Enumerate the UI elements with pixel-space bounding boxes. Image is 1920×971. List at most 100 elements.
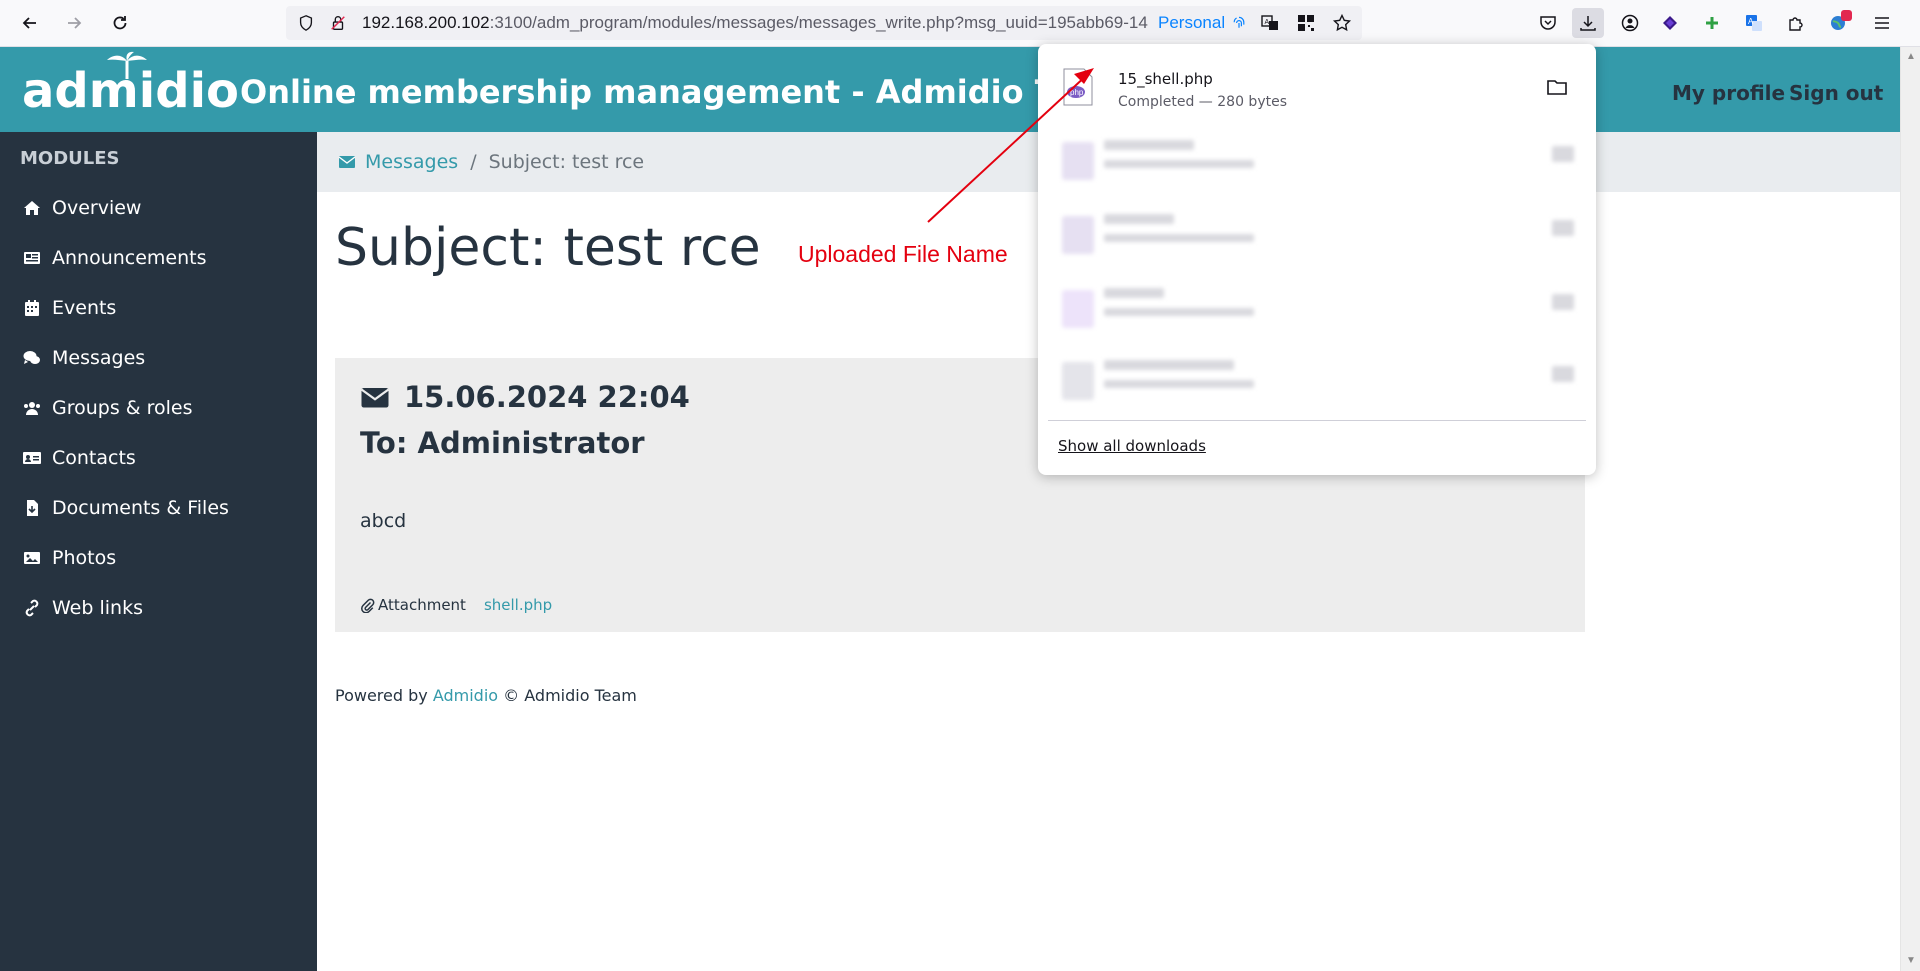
page-scrollbar[interactable]: ▲ ▼ [1900,47,1920,971]
translate-icon[interactable]: A [1258,11,1282,35]
download-item-blurred[interactable] [1052,346,1582,412]
message-date-text: 15.06.2024 22:04 [404,380,690,414]
comments-icon [20,346,44,370]
sidebar-item-label: Messages [52,347,146,369]
pocket-icon[interactable] [1532,8,1564,38]
extension-layers-icon[interactable] [1654,8,1686,38]
sidebar-item-messages[interactable]: Messages [20,342,145,374]
back-button[interactable] [14,8,46,38]
forward-arrow-icon [68,17,82,29]
sidebar-item-label: Photos [52,547,117,569]
palm-tree-icon [107,51,147,79]
reload-button[interactable] [104,8,136,38]
svg-text:php: php [1070,88,1084,97]
menu-hamburger-icon[interactable] [1866,8,1898,38]
file-icon [1062,290,1094,328]
file-icon [1062,142,1094,180]
sidebar-item-label: Contacts [52,447,136,469]
attachment-label: Attachment [378,596,466,614]
insecure-lock-icon[interactable] [326,11,350,35]
url-path: :3100/adm_program/modules/messages/messa… [489,13,1148,32]
browser-toolbar: 192.168.200.102:3100/adm_program/modules… [0,0,1920,47]
back-arrow-icon [22,17,36,29]
page-title: Subject: test rce [335,218,761,278]
breadcrumb-separator: / [470,151,477,173]
download-item[interactable]: php 15_shell.php Completed — 280 bytes [1052,52,1582,118]
download-status: Completed — 280 bytes [1118,94,1287,110]
url-bar[interactable]: 192.168.200.102:3100/adm_program/modules… [286,6,1362,40]
fingerprint-icon [1233,16,1245,28]
sign-out-link[interactable]: Sign out [1789,81,1883,105]
download-item-blurred[interactable] [1052,274,1582,340]
extensions-puzzle-icon[interactable] [1780,8,1812,38]
footer: Powered by Admidio © Admidio Team [335,686,637,705]
home-icon [20,196,44,220]
shield-icon[interactable] [294,11,318,35]
annotation-label: Uploaded File Name [798,241,1008,267]
address-card-icon [20,446,44,470]
download-filename: 15_shell.php [1118,70,1213,88]
app-header: admidio Online membership management - A… [0,47,1900,132]
url-text[interactable]: 192.168.200.102:3100/adm_program/modules… [362,13,1152,33]
paperclip-icon [361,598,375,613]
envelope-icon [360,388,390,408]
account-icon[interactable] [1614,8,1646,38]
qr-code-icon[interactable] [1294,11,1318,35]
sidebar-item-label: Announcements [52,247,207,269]
extension-translate-icon[interactable]: A [1738,8,1770,38]
message-date: 15.06.2024 22:04 [360,380,690,414]
breadcrumb-current: Subject: test rce [488,151,645,173]
sidebar-item-announcements[interactable]: Announcements [20,242,207,274]
bookmark-star-icon[interactable] [1330,11,1354,35]
show-all-downloads-label: Show all downloads [1058,437,1206,455]
breadcrumb-messages-link[interactable]: Messages [337,151,458,173]
my-profile-link[interactable]: My profile [1672,81,1785,105]
message-body: abcd [360,510,407,532]
extension-globe-icon[interactable] [1822,8,1854,38]
svg-text:A: A [1748,17,1754,26]
message-recipient: To: Administrator [360,426,645,460]
attachment-link[interactable]: shell.php [484,596,552,614]
php-file-icon: php [1063,68,1093,106]
svg-text:A: A [1265,19,1270,26]
breadcrumb-parent-label: Messages [365,151,459,173]
sidebar-item-documents-files[interactable]: Documents & Files [20,492,229,524]
footer-admidio-link[interactable]: Admidio [433,686,498,705]
newspaper-icon [20,246,44,270]
url-host: 192.168.200.102 [362,13,490,32]
envelope-icon [338,156,356,168]
notification-badge [1841,10,1852,21]
app-title: Online membership management - Admidio T… [240,73,1109,111]
image-icon [20,546,44,570]
sidebar-item-photos[interactable]: Photos [20,542,116,574]
sidebar-item-web-links[interactable]: Web links [20,592,143,624]
download-item-blurred[interactable] [1052,200,1582,266]
reload-icon [113,16,127,30]
forward-button[interactable] [58,8,90,38]
download-item-blurred[interactable] [1052,126,1582,192]
scroll-up-arrow-icon[interactable]: ▲ [1905,51,1917,63]
sidebar-item-label: Documents & Files [52,497,229,519]
footer-powered-by: Powered by [335,686,428,705]
sidebar-heading: MODULES [20,148,120,169]
link-icon [20,596,44,620]
file-icon [1062,362,1094,400]
download-icon [1580,16,1596,31]
show-all-downloads-link[interactable]: Show all downloads [1058,437,1206,455]
sidebar-item-groups-roles[interactable]: Groups & roles [20,392,193,424]
sidebar-item-overview[interactable]: Overview [20,192,141,224]
scroll-down-arrow-icon[interactable]: ▼ [1905,955,1917,967]
sidebar-item-events[interactable]: Events [20,292,116,324]
container-name: Personal [1158,13,1226,32]
container-label[interactable]: Personal [1158,13,1247,33]
open-folder-icon[interactable] [1546,76,1568,98]
users-icon [20,396,44,420]
extension-plus-icon[interactable] [1696,8,1728,38]
sidebar-item-contacts[interactable]: Contacts [20,442,136,474]
sidebar-item-label: Web links [52,597,143,619]
downloads-divider [1048,420,1586,421]
file-download-icon [20,496,44,520]
downloads-panel: php 15_shell.php Completed — 280 bytes S… [1038,44,1596,475]
sidebar: MODULES Overview Announcements Events Me… [0,132,317,971]
downloads-button[interactable] [1572,8,1604,38]
